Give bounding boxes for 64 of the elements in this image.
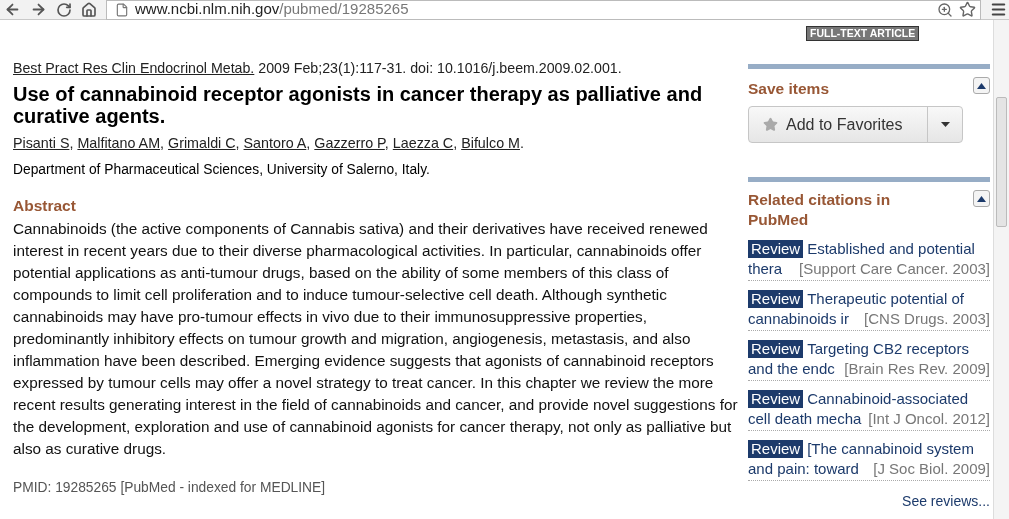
page-icon bbox=[115, 2, 129, 17]
separator: . bbox=[519, 135, 524, 152]
caret-up-icon bbox=[977, 195, 986, 202]
journal-link[interactable]: Best Pract Res Clin Endocrinol Metab. bbox=[13, 60, 255, 76]
author-link[interactable]: Gazzerro P bbox=[314, 135, 385, 152]
author-link[interactable]: Malfitano AM bbox=[77, 135, 161, 152]
citation-journal: [Int J Oncol. 2012] bbox=[868, 409, 990, 430]
caret-down-icon bbox=[940, 122, 950, 128]
caret-up-icon bbox=[977, 82, 986, 89]
author-link[interactable]: Bifulco M bbox=[461, 135, 520, 152]
citation-journal: [J Soc Biol. 2009] bbox=[873, 459, 990, 480]
related-citation[interactable]: Review Established and potential thera [Support Care Cancer. 2003] bbox=[748, 239, 990, 282]
citation-title: cell death mecha bbox=[748, 409, 862, 430]
related-citation[interactable]: Review Targeting CB2 receptors and the endc [Brain Res Rev. 2009] bbox=[748, 339, 990, 382]
forward-icon[interactable] bbox=[30, 1, 47, 18]
menu-icon[interactable] bbox=[990, 1, 1007, 18]
zoom-icon[interactable] bbox=[937, 1, 953, 18]
citation-title: Therapeutic potential of bbox=[807, 289, 964, 310]
see-reviews-link[interactable]: See reviews... bbox=[902, 491, 990, 513]
separator: , bbox=[306, 135, 311, 152]
reload-icon[interactable] bbox=[56, 1, 72, 18]
citation-journal: [CNS Drugs. 2003] bbox=[864, 309, 990, 330]
citation-title: thera bbox=[748, 259, 783, 280]
review-badge: Review bbox=[748, 240, 804, 259]
citation-title: Established and potential bbox=[807, 239, 975, 260]
section-heading: Save items bbox=[748, 79, 829, 99]
abstract-text: Cannabinoids (the active components of Cannabis sativa) and their derivatives have received renewed interest in recent years due to their diverse pharmacological activities. In particular, cannabinoids offer potential applications as anti-tumour drugs, based on the ability of some members of this class of compounds to limit cell proliferation and to induce tumour-selective cell death. Although synthetic cannabinoids may have pro-tumour effects in vivo due to their immunosuppressive properties, predominantly inhibitory effects on tumour growth and migration, angiogenesis, metastasis, and also inflammation have been described. Emerging evidence suggests that agonists of cannabinoid receptors expressed by tumour cells may offer a novel strategy to treat cancer. In this chapter we review the more recent results generating interest in the field of cannabinoids and cancer, and provide novel suggestions for the development, exploration and use of cannabinoid agonists for cancer therapy, not only as palliative but also as curative drugs. bbox=[13, 218, 738, 459]
pmid-line: PMID: 19285265 [PubMed - indexed for MEDLINE] bbox=[13, 478, 327, 497]
citation-title: and pain: toward bbox=[748, 459, 859, 480]
home-icon[interactable] bbox=[81, 1, 97, 18]
article-title: Use of cannabinoid receptor agonists in cancer therapy as palliative and curative agents. bbox=[13, 83, 704, 128]
review-badge: Review bbox=[748, 290, 804, 309]
back-icon[interactable] bbox=[4, 1, 21, 18]
separator: , bbox=[160, 135, 165, 152]
related-citation[interactable]: Review [The cannabinoid system and pain: toward [J Soc Biol. 2009] bbox=[748, 439, 990, 482]
star-icon[interactable] bbox=[959, 1, 976, 18]
author-link[interactable]: Grimaldi C bbox=[168, 135, 236, 152]
abstract-heading: Abstract bbox=[13, 196, 77, 217]
review-badge: Review bbox=[748, 440, 804, 459]
url-text: www.ncbi.nlm.nih.gov/pubmed/19285265 bbox=[135, 0, 409, 20]
citation-journal: [Support Care Cancer. 2003] bbox=[799, 259, 990, 280]
author-link[interactable]: Pisanti S bbox=[13, 135, 70, 152]
related-citation[interactable]: Review Therapeutic potential of cannabinoids ir [CNS Drugs. 2003] bbox=[748, 289, 990, 332]
citation-title: Targeting CB2 receptors bbox=[807, 339, 969, 360]
affiliation: Department of Pharmaceutical Sciences, University of Salerno, Italy. bbox=[13, 160, 431, 179]
citation-title: Cannabinoid-associated bbox=[807, 389, 969, 410]
citation-title: and the endc bbox=[748, 359, 835, 380]
address-bar[interactable]: www.ncbi.nlm.nih.gov/pubmed/19285265 bbox=[106, 0, 981, 20]
citation-line: Best Pract Res Clin Endocrinol Metab. 2009 Feb;23(1):117-31. doi: 10.1016/j.beem.2009.02.001. bbox=[13, 59, 623, 78]
review-badge: Review bbox=[748, 340, 804, 359]
citation-title: cannabinoids ir bbox=[748, 309, 849, 330]
separator: , bbox=[235, 135, 240, 152]
full-text-article-badge[interactable]: FULL-TEXT ARTICLE bbox=[807, 27, 919, 40]
separator: , bbox=[453, 135, 458, 152]
scrollbar-thumb[interactable] bbox=[996, 97, 1007, 227]
citation-journal: [Brain Res Rev. 2009] bbox=[844, 359, 990, 380]
collapse-button[interactable] bbox=[973, 77, 990, 94]
star-icon bbox=[763, 117, 778, 133]
review-badge: Review bbox=[748, 390, 804, 409]
citation-title: [The cannabinoid system bbox=[807, 439, 974, 460]
separator: , bbox=[69, 135, 74, 152]
collapse-button[interactable] bbox=[973, 190, 990, 208]
related-citation[interactable]: Review Cannabinoid-associated cell death mecha [Int J Oncol. 2012] bbox=[748, 389, 990, 432]
section-heading: Related citations in PubMed bbox=[748, 190, 892, 231]
